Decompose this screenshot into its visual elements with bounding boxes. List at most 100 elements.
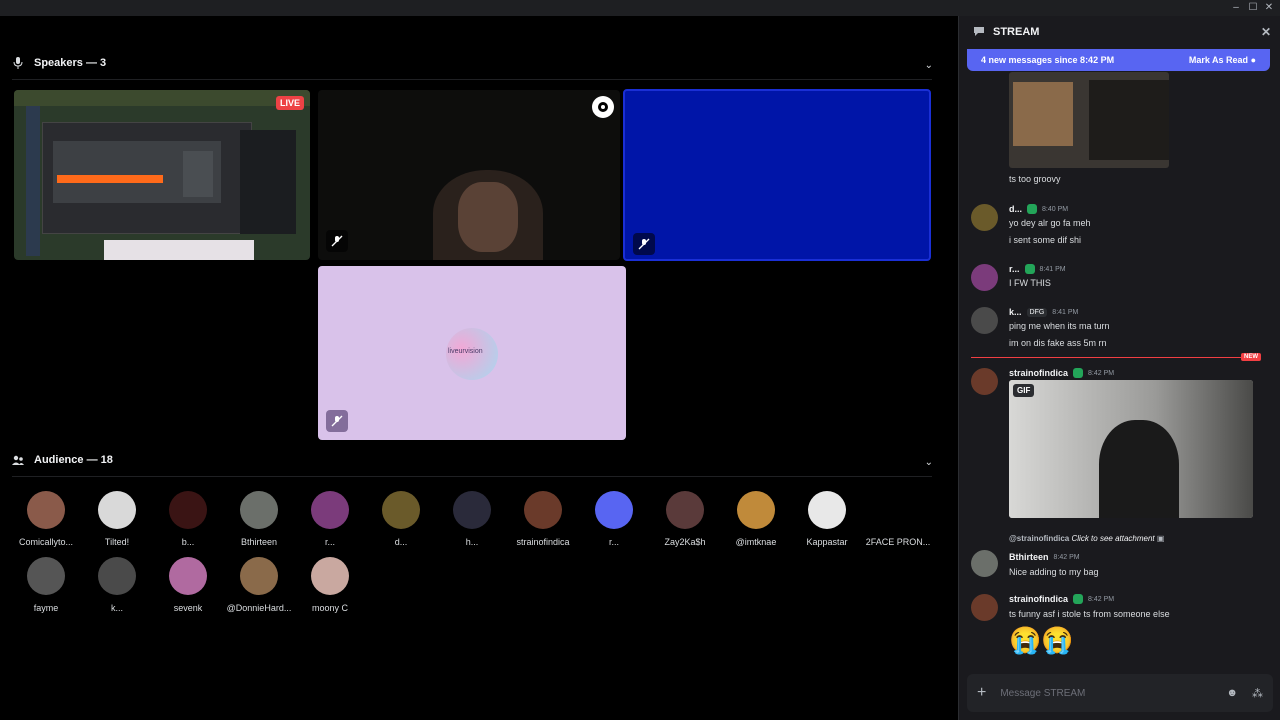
audience-member-name: moony C [311,603,348,613]
audience-member-name: @imtknae [735,537,777,547]
audience-member-name: 2FACE PRON... [865,537,931,547]
add-attachment-icon[interactable]: + [977,684,986,702]
participant-tile-lilac[interactable]: liveurvision [318,266,626,440]
username[interactable]: strainofindica [1009,594,1068,604]
audience-header[interactable]: Audience — 18 [12,454,113,466]
avatar[interactable] [971,204,998,231]
participant-tile-blue[interactable] [623,89,931,261]
close-window-button[interactable]: ✕ [1258,2,1280,13]
divider [12,79,932,80]
screen-window [42,122,252,234]
audience-member-name: h... [465,537,479,547]
timestamp: 8:41 PM [1039,265,1066,273]
audience-member-name: Zay2Ka$h [664,537,706,547]
gif-label: GIF [1013,384,1035,397]
gif-attachment[interactable]: GIF [1009,380,1253,518]
username[interactable]: r... [1009,264,1020,274]
reply-reference[interactable]: @strainofindica Click to see attachment … [1009,534,1164,543]
badge-icon [1027,204,1037,214]
side-panel [240,130,296,234]
audience-member[interactable]: @imtknae [721,491,791,547]
people-icon [12,454,24,466]
muted-mic-icon [326,230,348,252]
avatar [879,491,917,529]
audience-member[interactable]: @DonnieHard... [224,557,294,613]
chat-panel: STREAM ✕ 4 new messages since 8:42 PM Ma… [958,16,1280,720]
avatar[interactable] [971,594,998,621]
avatar [240,491,278,529]
message-text: im on dis fake ass 5m rn [1009,338,1107,348]
audience-member[interactable]: h... [437,491,507,547]
message-text: yo dey alr go fa meh [1009,218,1091,228]
attachment-detail [1089,80,1169,160]
avatar [98,557,136,595]
timestamp: 8:42 PM [1088,595,1115,603]
screen-share-tile[interactable]: LIVE [14,90,310,260]
audience-heading: Audience — 18 [34,454,113,466]
close-icon[interactable]: ✕ [1261,25,1271,39]
emoji-icon[interactable]: ☻ [1226,687,1238,700]
audience-member[interactable]: k... [82,557,152,613]
audience-member[interactable]: Zay2Ka$h [650,491,720,547]
avatar [240,557,278,595]
chat-title: STREAM [993,26,1040,38]
avatar [808,491,846,529]
username[interactable]: d... [1009,204,1022,214]
message-input[interactable]: + Message STREAM ☻ ⁂ [967,674,1273,712]
audience-member[interactable]: Comicallyto... [11,491,81,547]
badge-icon [1073,368,1084,378]
message-text: I FW THIS [1009,278,1051,288]
chevron-down-icon[interactable]: ⌄ [925,60,933,71]
speakers-header[interactable]: Speakers — 3 [12,57,106,69]
avatar [737,491,775,529]
audience-member[interactable]: r... [579,491,649,547]
chevron-down-icon[interactable]: ⌄ [925,457,933,468]
timestamp: 8:41 PM [1052,308,1079,316]
audience-member-name: sevenk [173,603,203,613]
reply-text: Click to see attachment [1071,534,1155,543]
message-placeholder[interactable]: Message STREAM [1000,688,1085,699]
taskbar-thumbs [104,240,254,260]
mark-as-read-button[interactable]: Mark As Read ● [1189,55,1256,65]
message-text: ts too groovy [1009,174,1061,184]
avatar[interactable] [971,264,998,291]
audience-member[interactable]: Kappastar [792,491,862,547]
audience-member[interactable]: 2FACE PRON... [863,491,933,547]
chat-header: STREAM ✕ [959,16,1280,48]
camera-settings-icon[interactable] [592,96,614,118]
message-text: ping me when its ma turn [1009,321,1110,331]
avatar[interactable] [971,368,998,395]
username[interactable]: k... [1009,307,1022,317]
avatar [453,491,491,529]
audience-member-name: r... [324,537,335,547]
new-messages-banner[interactable]: 4 new messages since 8:42 PM Mark As Rea… [967,49,1270,71]
mark-as-read-label: Mark As Read [1188,55,1249,65]
figure-thumbnail [183,151,213,197]
avatar[interactable] [971,307,998,334]
attachment-detail [1013,82,1073,146]
audience-member[interactable]: moony C [295,557,365,613]
gif-figure [1099,420,1179,518]
divider [12,476,932,477]
mark-read-icon: ● [1250,55,1256,65]
username[interactable]: strainofindica [1009,368,1068,378]
avatar[interactable] [971,550,998,577]
audience-member[interactable]: r... [295,491,365,547]
emoji-reaction: 😭😭 [1009,625,1074,655]
image-attachment[interactable] [1009,72,1169,168]
username[interactable]: Bthirteen [1009,552,1049,562]
audience-member[interactable]: b... [153,491,223,547]
audience-member[interactable]: Bthirteen [224,491,294,547]
muted-mic-icon [326,410,348,432]
audience-member-name: k... [110,603,123,613]
audience-member[interactable]: fayme [11,557,81,613]
audience-member[interactable]: Tilted! [82,491,152,547]
audience-member[interactable]: strainofindica [508,491,578,547]
audience-member[interactable]: sevenk [153,557,223,613]
chat-bubble-icon [973,25,985,40]
guild-tag: DFG [1026,307,1048,317]
audience-member[interactable]: d... [366,491,436,547]
camera-tile[interactable] [318,90,620,260]
apps-icon[interactable]: ⁂ [1252,687,1263,700]
image-icon: ▣ [1156,534,1165,543]
